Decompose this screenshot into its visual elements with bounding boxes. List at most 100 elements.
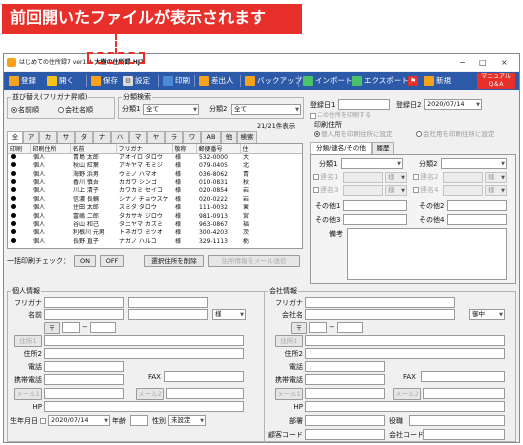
company-dept-field[interactable] xyxy=(305,415,385,426)
company-fax-field[interactable] xyxy=(421,371,505,382)
tab-category-renmei[interactable]: 分類/連名/その他 xyxy=(310,142,372,154)
company-furigana-field[interactable] xyxy=(305,297,455,308)
address-list[interactable]: 印刷 印刷住所 名前 フリガナ 敬称 郵便番号 住 個人 青島 太郎 アオイロ タロ… xyxy=(7,143,303,249)
company-address1-button[interactable]: 住所1 xyxy=(275,335,303,347)
other2-field[interactable] xyxy=(447,200,507,211)
renmei3-honorific[interactable]: 様 ▼ xyxy=(385,185,407,196)
renmei1-honorific[interactable]: 様 ▼ xyxy=(385,172,407,183)
personal-firstname-field[interactable] xyxy=(128,309,208,320)
detail-category1-select[interactable]: ▼ xyxy=(341,158,403,169)
other1-field[interactable] xyxy=(343,200,407,211)
sender-button[interactable]: 差出人 xyxy=(198,74,234,88)
renmei1-field[interactable] xyxy=(343,172,383,183)
col-print-address[interactable]: 印刷住所 xyxy=(30,144,71,154)
minimize-button[interactable]: − xyxy=(459,54,466,71)
company-mail2-field[interactable] xyxy=(423,388,505,399)
renmei4-checkbox[interactable]: 連名4 xyxy=(413,185,438,195)
table-row[interactable]: 個人 信濃 長輔 シナノ チョウスケ様 020-0222 岩 xyxy=(8,195,302,204)
company-mobile-field[interactable] xyxy=(305,374,385,385)
company-honorific-select[interactable]: 御中 ▼ xyxy=(469,309,505,320)
personal-zip-button[interactable]: 〒 xyxy=(44,322,60,334)
manual-button[interactable]: マニュアル Q＆A xyxy=(477,73,515,89)
personal-address1-button[interactable]: 住所1 xyxy=(14,335,42,347)
renmei2-checkbox[interactable]: 連名2 xyxy=(413,172,438,182)
settings-button[interactable]: ⚙ 設定 xyxy=(122,74,150,88)
flag-button[interactable]: ⚑ xyxy=(407,74,420,88)
register-button[interactable]: 登録 xyxy=(8,74,36,88)
renmei4-field[interactable] xyxy=(443,185,483,196)
personal-zip2-field[interactable] xyxy=(90,322,116,333)
remarks-field[interactable] xyxy=(347,228,507,280)
table-row[interactable]: 個人 住田 太郎 スミダ タロウ様 111-0032 東 xyxy=(8,204,302,212)
table-row[interactable]: 個人 青島 太郎 アオイロ タロウ様 532-0000 大 xyxy=(8,154,302,163)
company-zip1-field[interactable] xyxy=(309,322,327,333)
print-company-radio[interactable]: 会社用を印刷住所に設定 xyxy=(416,129,495,139)
renmei4-honorific[interactable]: 様 ▼ xyxy=(485,185,507,196)
category1-select[interactable]: 全て ▼ xyxy=(143,104,199,115)
renmei2-honorific[interactable]: 様 ▼ xyxy=(485,172,507,183)
birthday-field[interactable]: 2020/07/14 ▼ xyxy=(48,415,110,426)
company-address1-field[interactable] xyxy=(305,335,505,346)
tab-wa[interactable]: ワ xyxy=(183,131,201,143)
personal-furigana2-field[interactable] xyxy=(128,297,208,308)
renmei3-checkbox[interactable]: 連名3 xyxy=(313,185,338,195)
tab-na[interactable]: ナ xyxy=(93,131,111,143)
renmei2-field[interactable] xyxy=(443,172,483,183)
renmei1-checkbox[interactable]: 連名1 xyxy=(313,172,338,182)
close-button[interactable]: × xyxy=(501,54,508,71)
personal-honorific-select[interactable]: 様 ▼ xyxy=(212,309,246,320)
company-address2-field[interactable] xyxy=(305,348,505,359)
bulk-on-button[interactable]: ON xyxy=(74,255,96,267)
company-mail2-button[interactable]: メール2 xyxy=(393,388,421,400)
table-row[interactable]: 個人 富嶋 二郎 タカサキ ジロウ様 981-0913 宮 xyxy=(8,212,302,220)
personal-mail2-button[interactable]: メール2 xyxy=(136,388,164,400)
personal-lastname-field[interactable] xyxy=(44,309,124,320)
col-address[interactable]: 住 xyxy=(240,144,302,154)
tab-sa[interactable]: サ xyxy=(57,131,75,143)
company-zip-button[interactable]: 〒 xyxy=(291,322,307,334)
company-name-field[interactable] xyxy=(305,309,455,320)
table-row[interactable]: 個人 利根川 元男 トネガワ ミツオ様 300-4203 茨 xyxy=(8,229,302,237)
tab-ra[interactable]: ラ xyxy=(165,131,183,143)
gender-select[interactable]: 未設定 ▼ xyxy=(168,415,206,426)
mail-send-button[interactable]: 住所情報をメール送信 xyxy=(208,255,300,267)
tab-other[interactable]: 他 xyxy=(221,131,237,143)
personal-mobile-field[interactable] xyxy=(44,374,124,385)
table-row[interactable]: 個人 香川 慎吾 カガワ シンゴ様 010-0831 秋 xyxy=(8,178,302,187)
new-button[interactable]: 新規 xyxy=(423,74,451,88)
tab-ka[interactable]: カ xyxy=(39,131,57,143)
sort-name-radio[interactable]: 名前順 xyxy=(11,105,39,115)
table-row[interactable]: 個人 海野 浜男 ウミノ ハマオ様 036-8062 青 xyxy=(8,170,302,178)
tab-a[interactable]: ア xyxy=(23,131,39,143)
register-date1-field[interactable] xyxy=(338,99,390,110)
tab-ta[interactable]: タ xyxy=(75,131,93,143)
personal-mail1-field[interactable] xyxy=(44,388,124,399)
export-button[interactable]: エクスポート xyxy=(351,74,409,88)
personal-zip1-field[interactable] xyxy=(62,322,80,333)
tab-all[interactable]: 全 xyxy=(7,131,23,143)
birthday-checkbox[interactable] xyxy=(40,418,46,424)
other3-field[interactable] xyxy=(343,214,407,225)
personal-fax-field[interactable] xyxy=(164,371,244,382)
import-button[interactable]: インポート xyxy=(302,74,353,88)
personal-address1-field[interactable] xyxy=(44,335,244,346)
tab-ya[interactable]: ヤ xyxy=(147,131,165,143)
table-row[interactable]: 個人 長野 直子 ナガノ ハルコ様 329-1113 栃 xyxy=(8,237,302,246)
register-date2-field[interactable]: 2020/07/14 ▼ xyxy=(424,99,482,110)
open-button[interactable]: 開く xyxy=(46,74,74,88)
personal-mail2-field[interactable] xyxy=(166,388,244,399)
table-row[interactable]: 個人 秋山 紅葉 アキヤマ モミジ様 079-0405 北 xyxy=(8,162,302,170)
personal-hp-field[interactable] xyxy=(44,401,244,412)
renmei3-field[interactable] xyxy=(343,185,383,196)
save-button[interactable]: 保存 xyxy=(90,74,118,88)
company-mail1-button[interactable]: メール1 xyxy=(275,388,303,400)
print-personal-radio[interactable]: 個人用を印刷住所に設定 xyxy=(314,129,393,139)
detail-category2-select[interactable]: ▼ xyxy=(441,158,507,169)
col-furigana[interactable]: フリガナ xyxy=(116,144,173,154)
print-button[interactable]: 印刷 xyxy=(162,74,190,88)
table-row[interactable]: 個人 川上 清子 カワカミ セイコ様 020-0854 岩 xyxy=(8,187,302,195)
tab-ha[interactable]: ハ xyxy=(111,131,129,143)
tab-ma[interactable]: マ xyxy=(129,131,147,143)
tab-search[interactable]: 検索 xyxy=(237,131,257,143)
table-row[interactable]: 個人 谷山 和己 タニヤマ カズミ様 963-0867 福 xyxy=(8,220,302,229)
